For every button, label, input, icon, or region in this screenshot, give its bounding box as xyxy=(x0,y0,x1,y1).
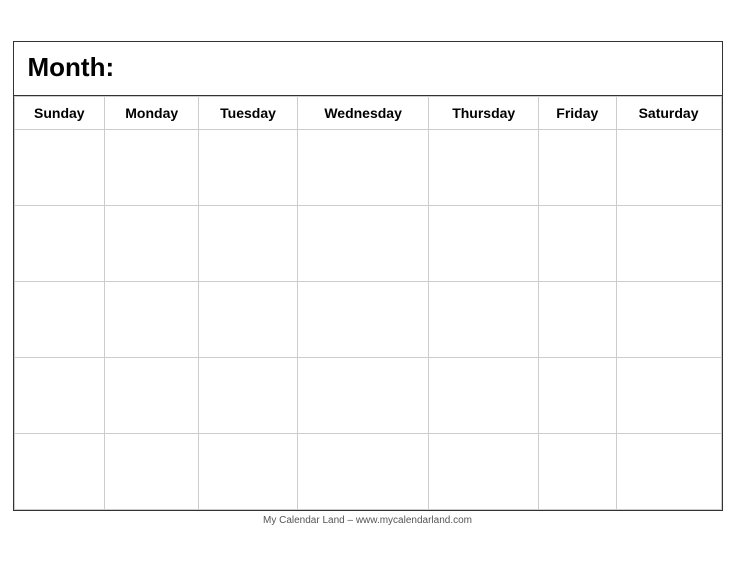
calendar-cell[interactable] xyxy=(538,281,616,357)
calendar-grid: Sunday Monday Tuesday Wednesday Thursday… xyxy=(14,96,722,510)
calendar-cell[interactable] xyxy=(199,433,298,509)
calendar-row xyxy=(14,281,721,357)
calendar-cell[interactable] xyxy=(297,433,429,509)
calendar-cell[interactable] xyxy=(14,433,105,509)
day-header-tuesday: Tuesday xyxy=(199,96,298,129)
calendar-container: Month: Sunday Monday Tuesday Wednesday T… xyxy=(13,41,723,511)
calendar-cell[interactable] xyxy=(297,205,429,281)
calendar-cell[interactable] xyxy=(297,357,429,433)
calendar-cell[interactable] xyxy=(429,433,539,509)
calendar-cell[interactable] xyxy=(616,129,721,205)
calendar-cell[interactable] xyxy=(297,129,429,205)
day-header-sunday: Sunday xyxy=(14,96,105,129)
calendar-cell[interactable] xyxy=(297,281,429,357)
calendar-cell[interactable] xyxy=(14,281,105,357)
calendar-cell[interactable] xyxy=(616,281,721,357)
calendar-cell[interactable] xyxy=(429,129,539,205)
calendar-cell[interactable] xyxy=(538,433,616,509)
calendar-cell[interactable] xyxy=(14,205,105,281)
calendar-cell[interactable] xyxy=(14,129,105,205)
calendar-cell[interactable] xyxy=(105,129,199,205)
month-title: Month: xyxy=(28,52,115,82)
days-header-row: Sunday Monday Tuesday Wednesday Thursday… xyxy=(14,96,721,129)
calendar-row xyxy=(14,205,721,281)
calendar-cell[interactable] xyxy=(538,205,616,281)
calendar-cell[interactable] xyxy=(105,433,199,509)
day-header-thursday: Thursday xyxy=(429,96,539,129)
calendar-body xyxy=(14,129,721,509)
calendar-row xyxy=(14,433,721,509)
calendar-cell[interactable] xyxy=(538,129,616,205)
calendar-header: Month: xyxy=(14,42,722,96)
calendar-row xyxy=(14,357,721,433)
day-header-wednesday: Wednesday xyxy=(297,96,429,129)
day-header-monday: Monday xyxy=(105,96,199,129)
calendar-cell[interactable] xyxy=(14,357,105,433)
calendar-cell[interactable] xyxy=(105,281,199,357)
calendar-cell[interactable] xyxy=(429,281,539,357)
day-header-saturday: Saturday xyxy=(616,96,721,129)
calendar-cell[interactable] xyxy=(538,357,616,433)
calendar-cell[interactable] xyxy=(429,205,539,281)
calendar-cell[interactable] xyxy=(199,281,298,357)
calendar-cell[interactable] xyxy=(616,205,721,281)
day-header-friday: Friday xyxy=(538,96,616,129)
calendar-cell[interactable] xyxy=(199,357,298,433)
calendar-cell[interactable] xyxy=(616,357,721,433)
calendar-row xyxy=(14,129,721,205)
calendar-cell[interactable] xyxy=(105,357,199,433)
calendar-cell[interactable] xyxy=(199,205,298,281)
calendar-cell[interactable] xyxy=(616,433,721,509)
calendar-cell[interactable] xyxy=(105,205,199,281)
calendar-cell[interactable] xyxy=(199,129,298,205)
calendar-cell[interactable] xyxy=(429,357,539,433)
calendar-footer: My Calendar Land – www.mycalendarland.co… xyxy=(13,511,723,528)
